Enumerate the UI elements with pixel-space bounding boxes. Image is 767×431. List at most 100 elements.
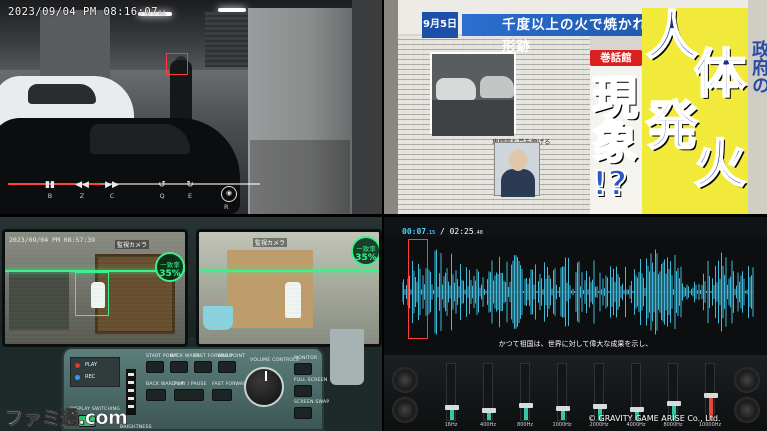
console-button-label: MONITOR <box>294 356 318 361</box>
play-pause-button[interactable] <box>174 389 204 401</box>
cctv-feed: 2023/09/04 PM 08:16:0701 ▮▮ B ◀◀ Z ▶▶ C ↺ Q ↻ E ◉… <box>0 0 382 214</box>
pause-bars-button[interactable]: ▮▮ B <box>40 180 60 200</box>
pillar-shadow <box>250 140 350 214</box>
monitor-label: 監視カメラ <box>253 238 288 247</box>
playback-controls: ▮▮ B ◀◀ Z ▶▶ C ↺ Q ↻ E <box>40 180 250 210</box>
fast-forward-icon: ▶▶ <box>105 180 119 190</box>
volume-knob[interactable] <box>244 367 284 407</box>
speaker-icon <box>734 367 760 393</box>
photo-floor <box>432 100 514 136</box>
eq-fader-16hz[interactable] <box>445 363 459 421</box>
fast-forward-x4-button[interactable] <box>212 389 232 401</box>
start-point-button[interactable] <box>146 361 164 373</box>
surveillance-console: 2023/09/04 PM 08:57:39 監視カメラ 一致率 35% 監視カメ… <box>0 217 382 431</box>
rec-led-icon <box>75 375 80 380</box>
key-hint-label: C <box>109 192 115 200</box>
match-rate-badge: 一致率 35% <box>351 236 379 266</box>
mode-label: PLAY <box>85 362 98 368</box>
loop-forward-icon: ↻ <box>186 180 194 190</box>
mode-label: REC <box>85 374 96 380</box>
headline-character: 人 <box>645 7 699 67</box>
watermark-logo: ファミ通.com <box>4 407 128 430</box>
pause-bars-icon: ▮▮ <box>45 180 55 190</box>
quadrant-divider <box>0 214 767 217</box>
rewind-button[interactable]: ◀◀ Z <box>72 180 92 200</box>
fader-knob[interactable] <box>445 404 459 410</box>
side-headline: 政府の <box>749 40 767 94</box>
console-button-label: FULL SCREEN <box>294 378 328 383</box>
slider-led <box>128 389 134 392</box>
slider-led <box>128 397 134 400</box>
screen-swap-button[interactable] <box>294 407 312 419</box>
eq-fader-800hz[interactable] <box>519 363 533 421</box>
fader-knob[interactable] <box>482 408 496 414</box>
monitor-button[interactable] <box>294 363 312 375</box>
eq-fader-8000hz[interactable] <box>667 363 681 421</box>
cup <box>330 329 364 385</box>
key-hint-label: B <box>47 192 53 200</box>
garage-wall-right <box>352 0 382 214</box>
copyright-notice: © GRAVITY GAME ARISE Co., Ltd. <box>588 414 721 423</box>
record-ring-icon[interactable]: ◉ <box>221 186 237 202</box>
fader-knob[interactable] <box>593 403 607 409</box>
console-button-label: PLAY / PAUSE <box>174 382 207 387</box>
fader-level <box>450 409 454 420</box>
volume-label: VOLUME CONTROLS <box>250 358 300 363</box>
portrait-body <box>501 169 535 197</box>
console-button-label: END POINT <box>218 354 246 359</box>
issue-date: 9月5日 <box>422 12 458 38</box>
fader-knob[interactable] <box>556 406 570 412</box>
headline-character: 体 <box>693 45 747 105</box>
mode-panel: PLAY REC <box>70 357 120 387</box>
paper-edge-right <box>748 0 767 214</box>
magazine-tag: 巻話館 <box>590 50 642 66</box>
eq-fader-400hz[interactable] <box>482 363 496 421</box>
playhead-marker[interactable] <box>408 239 428 339</box>
photo-car <box>436 78 476 100</box>
match-rate-badge: 一致率 35% <box>155 252 185 282</box>
loop-forward-button[interactable]: ↻ E <box>180 180 200 200</box>
key-hint-label: Z <box>79 192 85 200</box>
monitor-label: 監視カメラ <box>115 240 150 249</box>
back-ward-x4-button[interactable] <box>146 389 166 401</box>
headline-banner: 千度以上の火で焼かれた形跡 <box>462 14 672 55</box>
eq-band-label: 800Hz <box>517 422 533 428</box>
full-screen-button[interactable] <box>294 385 312 397</box>
slider-led <box>128 405 134 408</box>
subheadline-character: !? <box>591 163 628 205</box>
monitor-left[interactable]: 2023/09/04 PM 08:57:39 監視カメラ 一致率 35% <box>2 229 188 347</box>
fader-knob[interactable] <box>667 401 681 406</box>
end-point-button[interactable] <box>218 361 236 373</box>
subtitle-text: かつて祖国は、世界に対して偉大な成果を示し、 <box>498 340 653 348</box>
car-window <box>90 124 190 154</box>
key-hint-label: E <box>187 192 193 200</box>
brightness-slider[interactable] <box>126 369 136 415</box>
eq-band-label: 400Hz <box>480 422 496 428</box>
eq-fader-1000hz[interactable] <box>556 363 570 421</box>
expert-portrait <box>494 142 540 197</box>
scan-line <box>199 270 379 272</box>
loop-back-button[interactable]: ↺ Q <box>152 180 172 200</box>
headline-character: 火 <box>693 135 747 195</box>
eq-fader-2000hz[interactable] <box>593 363 607 421</box>
speaker-icon <box>734 397 760 423</box>
face-tracking-box <box>166 53 188 75</box>
headline-character: 発 <box>645 97 699 157</box>
eq-fader-4000hz[interactable] <box>630 363 644 421</box>
back-ward-button[interactable] <box>170 361 188 373</box>
fast-forward-button[interactable] <box>194 361 212 373</box>
fader-level <box>561 411 565 420</box>
eq-fader-10000hz[interactable] <box>704 363 718 421</box>
cctv-timestamp: 2023/09/04 PM 08:16:0701 <box>8 6 167 18</box>
audio-analyzer: 00:07.15 / 02:25.40 かつて祖国は、世界に対して偉大な成果を示… <box>384 217 767 431</box>
fader-knob[interactable] <box>704 392 718 398</box>
fader-knob[interactable] <box>630 407 644 413</box>
fast-forward-button[interactable]: ▶▶ C <box>102 180 122 200</box>
photo-car <box>480 76 514 98</box>
fader-level <box>487 413 491 420</box>
fader-knob[interactable] <box>519 402 533 408</box>
play-led-icon <box>75 363 80 368</box>
waveform-svg <box>401 249 754 335</box>
slider-led <box>128 381 134 384</box>
waveform-display[interactable] <box>401 239 754 345</box>
